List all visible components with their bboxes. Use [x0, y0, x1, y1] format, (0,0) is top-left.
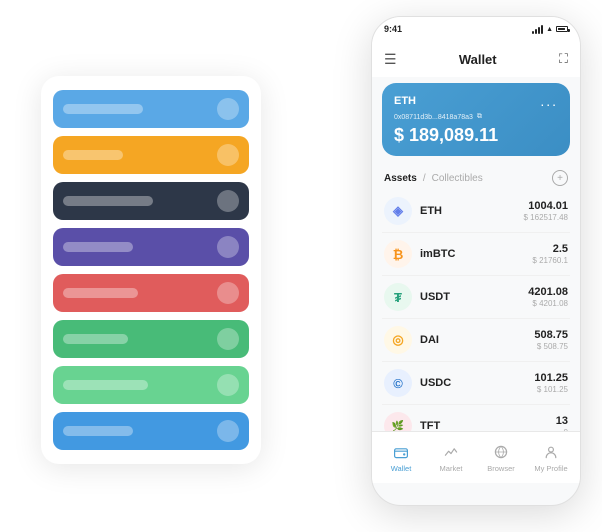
dai-balance: 508.75: [534, 329, 568, 341]
nav-market[interactable]: Market: [426, 442, 476, 473]
nav-market-label: Market: [440, 464, 463, 473]
eth-card-menu[interactable]: ...: [540, 93, 558, 109]
imbtc-icon: ₿: [384, 240, 412, 268]
menu-icon[interactable]: ☰: [384, 51, 397, 68]
nav-profile[interactable]: My Profile: [526, 442, 576, 473]
eth-amount: $ 189,089.11: [394, 125, 558, 146]
imbtc-balance: 2.5: [532, 243, 568, 255]
tft-icon: 🌿: [384, 412, 412, 431]
imbtc-name: imBTC: [420, 248, 455, 260]
tft-balance: 13: [556, 415, 568, 427]
imbtc-usd: $ 21760.1: [532, 256, 568, 265]
bottom-nav: Wallet Market: [372, 431, 580, 483]
assets-header: Assets / Collectibles +: [372, 162, 580, 190]
usdt-name: USDT: [420, 291, 450, 303]
status-icons: ▲: [532, 25, 568, 34]
eth-name: ETH: [420, 205, 442, 217]
list-item[interactable]: [53, 412, 249, 450]
card-stack: [41, 76, 261, 464]
copy-icon[interactable]: ⧉: [477, 113, 482, 121]
usdc-balance: 101.25: [534, 372, 568, 384]
status-bar: 9:41 ▲: [372, 17, 580, 41]
signal-icon: [532, 25, 543, 34]
nav-wallet[interactable]: Wallet: [376, 442, 426, 473]
page-title: Wallet: [459, 52, 497, 67]
main-scene: 9:41 ▲ ☰ Wallet ⛶: [21, 16, 581, 516]
eth-address: 0x08711d3b...8418a78a3 ⧉: [394, 113, 558, 121]
list-item[interactable]: [53, 274, 249, 312]
asset-imbtc[interactable]: ₿ imBTC 2.5 $ 21760.1: [382, 233, 570, 276]
nav-browser[interactable]: Browser: [476, 442, 526, 473]
nav-browser-label: Browser: [487, 464, 515, 473]
list-item[interactable]: [53, 136, 249, 174]
eth-balance: 1004.01: [524, 200, 569, 212]
eth-card[interactable]: ETH ... 0x08711d3b...8418a78a3 ⧉ $ 189,0…: [382, 83, 570, 156]
phone-frame: 9:41 ▲ ☰ Wallet ⛶: [371, 16, 581, 506]
asset-list: ◈ ETH 1004.01 $ 162517.48 ₿ imBTC 2.5: [372, 190, 580, 431]
status-time: 9:41: [384, 24, 402, 34]
tft-name: TFT: [420, 420, 440, 431]
list-item[interactable]: [53, 182, 249, 220]
scan-icon[interactable]: ⛶: [559, 51, 568, 67]
usdt-icon: ₮: [384, 283, 412, 311]
asset-usdc[interactable]: © USDC 101.25 $ 101.25: [382, 362, 570, 405]
tab-assets[interactable]: Assets: [384, 173, 417, 184]
eth-usd: $ 162517.48: [524, 213, 569, 222]
usdt-usd: $ 4201.08: [528, 299, 568, 308]
list-item[interactable]: [53, 228, 249, 266]
asset-dai[interactable]: ◎ DAI 508.75 $ 508.75: [382, 319, 570, 362]
phone-header: ☰ Wallet ⛶: [372, 41, 580, 77]
asset-eth[interactable]: ◈ ETH 1004.01 $ 162517.48: [382, 190, 570, 233]
dai-icon: ◎: [384, 326, 412, 354]
usdt-balance: 4201.08: [528, 286, 568, 298]
eth-icon: ◈: [384, 197, 412, 225]
tab-collectibles[interactable]: Collectibles: [432, 173, 483, 184]
wifi-icon: ▲: [546, 26, 553, 33]
nav-profile-label: My Profile: [534, 464, 567, 473]
nav-wallet-label: Wallet: [391, 464, 412, 473]
battery-icon: [556, 26, 568, 32]
list-item[interactable]: [53, 90, 249, 128]
eth-card-label: ETH: [394, 95, 416, 107]
usdc-icon: ©: [384, 369, 412, 397]
list-item[interactable]: [53, 366, 249, 404]
dai-name: DAI: [420, 334, 439, 346]
list-item[interactable]: [53, 320, 249, 358]
asset-usdt[interactable]: ₮ USDT 4201.08 $ 4201.08: [382, 276, 570, 319]
add-asset-button[interactable]: +: [552, 170, 568, 186]
asset-tft[interactable]: 🌿 TFT 13 0: [382, 405, 570, 431]
dai-usd: $ 508.75: [534, 342, 568, 351]
usdc-usd: $ 101.25: [534, 385, 568, 394]
usdc-name: USDC: [420, 377, 451, 389]
